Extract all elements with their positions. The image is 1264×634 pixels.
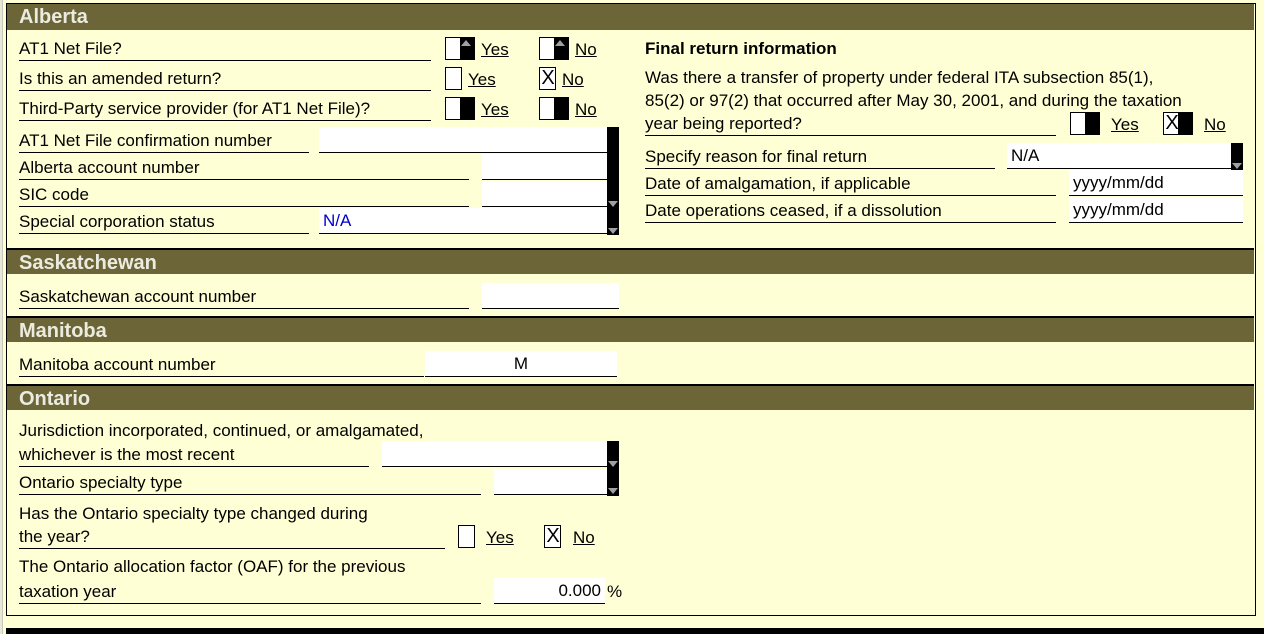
- at1-net-file-yes-checkbox[interactable]: [445, 37, 475, 60]
- amalgamation-date-input[interactable]: yyyy/mm/dd: [1069, 170, 1243, 196]
- oaf-label-line1: The Ontario allocation factor (OAF) for …: [19, 557, 406, 576]
- at1-net-file-label: AT1 Net File?: [19, 39, 431, 61]
- third-party-label: Third-Party service provider (for AT1 Ne…: [19, 99, 431, 121]
- amended-no-label[interactable]: No: [562, 69, 584, 91]
- saskatchewan-account-number-input[interactable]: [482, 283, 619, 309]
- next-section-border: [6, 628, 1264, 634]
- transfer-question-line3: year being reported?: [645, 114, 1056, 136]
- saskatchewan-account-number-label: Saskatchewan account number: [19, 287, 469, 309]
- amalgamation-date-label: Date of amalgamation, if applicable: [645, 174, 1056, 196]
- yes-text: Yes: [1111, 115, 1139, 134]
- jurisdiction-select[interactable]: [382, 441, 607, 467]
- no-text: No: [1204, 115, 1226, 134]
- specialty-changed-no-label[interactable]: No: [573, 527, 595, 549]
- section-header-saskatchewan: Saskatchewan: [7, 248, 1254, 274]
- spin-up-icon: [461, 40, 471, 46]
- chevron-down-icon: [608, 201, 618, 207]
- at1-net-file-no-label[interactable]: No: [575, 39, 597, 61]
- third-party-yes-label[interactable]: Yes: [481, 99, 509, 121]
- specialty-changed-yes-checkbox[interactable]: [458, 525, 475, 548]
- specialty-changed-yes-label[interactable]: Yes: [486, 527, 514, 549]
- third-party-no-checkbox[interactable]: [539, 97, 569, 120]
- alberta-scrollbar[interactable]: [607, 127, 619, 209]
- no-text: No: [575, 100, 597, 119]
- amended-yes-label[interactable]: Yes: [468, 69, 496, 91]
- chevron-down-icon: [608, 461, 618, 467]
- specialty-changed-no-checkbox[interactable]: X: [544, 525, 561, 548]
- yes-text: Yes: [468, 70, 496, 89]
- special-status-label: Special corporation status: [19, 212, 309, 234]
- x-mark-icon: X: [546, 525, 560, 547]
- at1-net-file-yes-label[interactable]: Yes: [481, 39, 509, 61]
- amended-return-label: Is this an amended return?: [19, 69, 431, 91]
- no-text: No: [573, 528, 595, 547]
- specialty-changed-label-line2: the year?: [19, 527, 445, 549]
- ceased-date-label: Date operations ceased, if a dissolution: [645, 201, 1056, 223]
- oaf-input[interactable]: 0.000: [494, 578, 605, 604]
- third-party-no-label[interactable]: No: [575, 99, 597, 121]
- no-text: No: [575, 40, 597, 59]
- section-header-alberta: Alberta: [7, 4, 1254, 30]
- x-mark-icon: X: [1165, 112, 1179, 134]
- alberta-account-number-label: Alberta account number: [19, 158, 469, 180]
- transfer-question-line1: Was there a transfer of property under f…: [645, 68, 1154, 87]
- section-header-ontario: Ontario: [7, 384, 1254, 410]
- jurisdiction-label-line1: Jurisdiction incorporated, continued, or…: [19, 421, 424, 440]
- amended-yes-checkbox[interactable]: [445, 67, 462, 90]
- special-status-dropdown-button[interactable]: [607, 208, 619, 235]
- transfer-yes-label[interactable]: Yes: [1111, 114, 1139, 136]
- yes-text: Yes: [481, 40, 509, 59]
- chevron-down-icon: [608, 228, 618, 234]
- alberta-account-number-input[interactable]: [482, 154, 607, 180]
- manitoba-account-number-label: Manitoba account number: [19, 355, 424, 377]
- final-reason-select[interactable]: N/A: [1007, 143, 1231, 169]
- oaf-percent-unit: %: [607, 582, 623, 601]
- specialty-changed-label-line1: Has the Ontario specialty type changed d…: [19, 504, 368, 523]
- transfer-yes-checkbox[interactable]: [1070, 112, 1100, 135]
- manitoba-account-number-input[interactable]: M: [425, 351, 617, 377]
- oaf-label-line2: taxation year: [19, 582, 481, 604]
- specialty-type-label: Ontario specialty type: [19, 473, 481, 495]
- yes-text: Yes: [486, 528, 514, 547]
- transfer-no-checkbox[interactable]: X: [1163, 112, 1193, 135]
- yes-text: Yes: [481, 100, 509, 119]
- amended-no-checkbox[interactable]: X: [539, 67, 556, 90]
- confirmation-number-label: AT1 Net File confirmation number: [19, 131, 309, 153]
- third-party-yes-checkbox[interactable]: [445, 97, 475, 120]
- final-reason-dropdown-button[interactable]: [1231, 143, 1243, 170]
- ontario-dropdown-buttons[interactable]: [607, 441, 619, 496]
- window-edge: [0, 0, 3, 634]
- ceased-date-input[interactable]: yyyy/mm/dd: [1069, 197, 1243, 223]
- at1-net-file-no-checkbox[interactable]: [539, 37, 569, 60]
- jurisdiction-label-line2: whichever is the most recent: [19, 445, 369, 467]
- specialty-type-select[interactable]: [494, 469, 607, 495]
- sic-code-label: SIC code: [19, 185, 469, 207]
- final-return-heading: Final return information: [645, 39, 837, 58]
- sic-code-input[interactable]: [482, 181, 607, 207]
- x-mark-icon: X: [541, 67, 555, 89]
- chevron-down-icon: [608, 488, 618, 494]
- confirmation-number-input[interactable]: [319, 127, 607, 153]
- no-text: No: [562, 70, 584, 89]
- provincial-info-form: Alberta AT1 Net File? Yes No Is this an …: [6, 3, 1256, 616]
- section-header-manitoba: Manitoba: [7, 316, 1254, 342]
- special-status-select[interactable]: N/A: [319, 208, 607, 234]
- final-reason-label: Specify reason for final return: [645, 147, 995, 169]
- chevron-down-icon: [1232, 163, 1242, 169]
- spin-up-icon: [555, 40, 565, 46]
- transfer-no-label[interactable]: No: [1204, 114, 1226, 136]
- transfer-question-line2: 85(2) or 97(2) that occurred after May 3…: [645, 91, 1182, 110]
